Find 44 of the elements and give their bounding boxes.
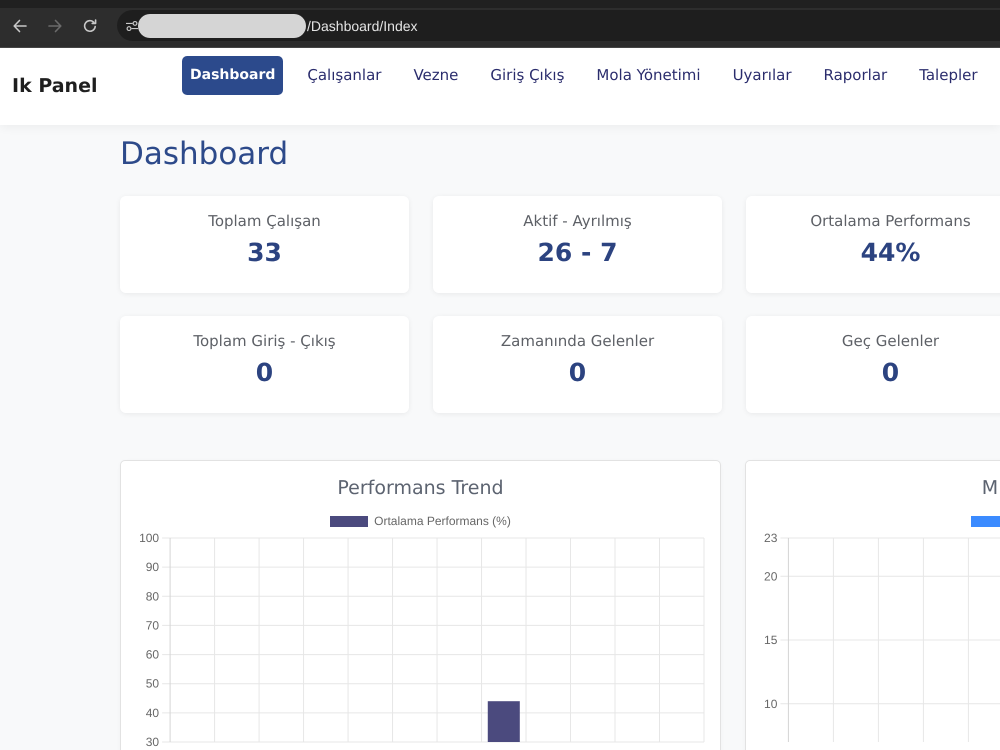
brand-title[interactable]: Ik Panel [12, 75, 98, 97]
nav-link[interactable]: Talepler [911, 56, 986, 95]
y-axis-label: 100 [139, 531, 160, 545]
stat-label: Ortalama Performans [810, 211, 971, 232]
stat-value: 0 [882, 357, 900, 389]
nav-link[interactable]: Giriş Çıkış [482, 56, 572, 95]
nav-link[interactable]: Mola Yönetimi [588, 56, 709, 95]
legend-swatch-icon[interactable] [330, 516, 368, 526]
y-axis-label: 50 [146, 676, 160, 691]
nav-link[interactable]: Çalışanlar [299, 56, 390, 95]
y-axis-label: 60 [146, 648, 160, 662]
y-axis-label: 80 [146, 589, 160, 604]
y-axis-label: 10 [764, 696, 778, 711]
y-axis-label: 90 [146, 560, 160, 574]
reload-icon[interactable] [83, 18, 97, 32]
y-axis-label: 23 [764, 531, 778, 545]
address-bar[interactable]: /Dashboard/Index [117, 10, 1000, 41]
y-axis-label: 30 [146, 735, 160, 749]
back-arrow-icon[interactable] [13, 18, 27, 32]
stat-value: 0 [256, 357, 274, 389]
nav-link[interactable]: Raporlar [816, 56, 896, 95]
stat-value: 44% [860, 237, 920, 269]
legend-label[interactable]: Ortalama Performans (%) [374, 514, 511, 528]
stat-label: Zamanında Gelenler [500, 331, 654, 352]
y-axis-label: 20 [764, 569, 778, 584]
y-axis-label: 70 [146, 618, 160, 632]
nav-link[interactable]: Uyarılar [724, 56, 800, 95]
stat-value: 0 [568, 357, 586, 389]
y-axis-label: 40 [146, 706, 160, 720]
url-text: /Dashboard/Index [307, 18, 418, 34]
stat-label: Toplam Çalışan [208, 211, 321, 232]
page-title: Dashboard [120, 136, 288, 173]
stat-label: Aktif - Ayrılmış [523, 211, 632, 232]
stat-label: Toplam Giriş - Çıkış [193, 331, 336, 352]
stat-value: 26 - 7 [538, 237, 618, 269]
chart-title: Performans Trend [337, 476, 504, 501]
nav-link[interactable]: Vezne [405, 56, 466, 95]
legend-swatch-icon[interactable] [971, 516, 1000, 526]
sliders-icon[interactable] [125, 20, 139, 32]
y-axis-label: 15 [764, 633, 778, 647]
chart-title: M [982, 476, 998, 501]
nav-link[interactable]: Dashboard [182, 56, 284, 95]
stat-value: 33 [247, 237, 282, 269]
stat-label: Geç Gelenler [842, 331, 940, 352]
